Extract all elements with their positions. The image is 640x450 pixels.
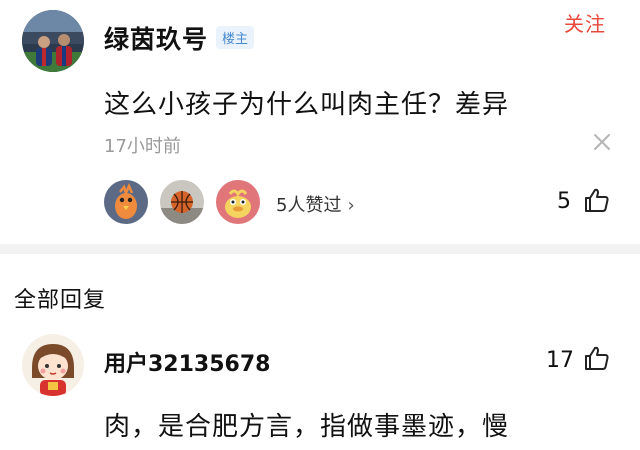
thumbs-up-icon[interactable] bbox=[583, 344, 611, 372]
reply-like-count: 17 bbox=[546, 348, 574, 373]
liker-avatar[interactable] bbox=[160, 180, 204, 224]
op-badge: 楼主 bbox=[216, 26, 255, 49]
bird-avatar-icon bbox=[104, 180, 148, 224]
follow-button[interactable]: 关注 bbox=[564, 8, 606, 37]
comment-text: 这么小孩子为什么叫肉主任？差异 bbox=[104, 90, 510, 120]
username[interactable]: 绿茵玖号 bbox=[104, 20, 208, 56]
like-count: 5 bbox=[557, 189, 571, 214]
thumbs-up-icon[interactable] bbox=[583, 186, 611, 214]
reply-username[interactable]: 用户32135678 bbox=[104, 346, 270, 378]
basketball-avatar-icon bbox=[160, 180, 204, 224]
section-divider bbox=[0, 244, 640, 254]
likers-count-text: 5人赞过 bbox=[276, 195, 342, 216]
liker-avatar[interactable] bbox=[104, 180, 148, 224]
likers-link[interactable]: 5人赞过 › bbox=[276, 191, 355, 217]
cartoon-bird-avatar-icon bbox=[216, 180, 260, 224]
user-avatar[interactable] bbox=[22, 10, 84, 72]
soccer-players-photo-icon bbox=[22, 10, 84, 72]
chevron-right-icon: › bbox=[347, 195, 355, 216]
reply-user-avatar[interactable] bbox=[22, 334, 84, 396]
comment-timestamp: 17小时前 bbox=[104, 136, 181, 157]
cartoon-girl-avatar-icon bbox=[22, 334, 84, 396]
close-icon[interactable] bbox=[592, 132, 612, 152]
reply-text: 肉，是合肥方言，指做事墨迹，慢 bbox=[104, 412, 510, 442]
liker-avatar[interactable] bbox=[216, 180, 260, 224]
all-replies-title: 全部回复 bbox=[14, 288, 107, 313]
